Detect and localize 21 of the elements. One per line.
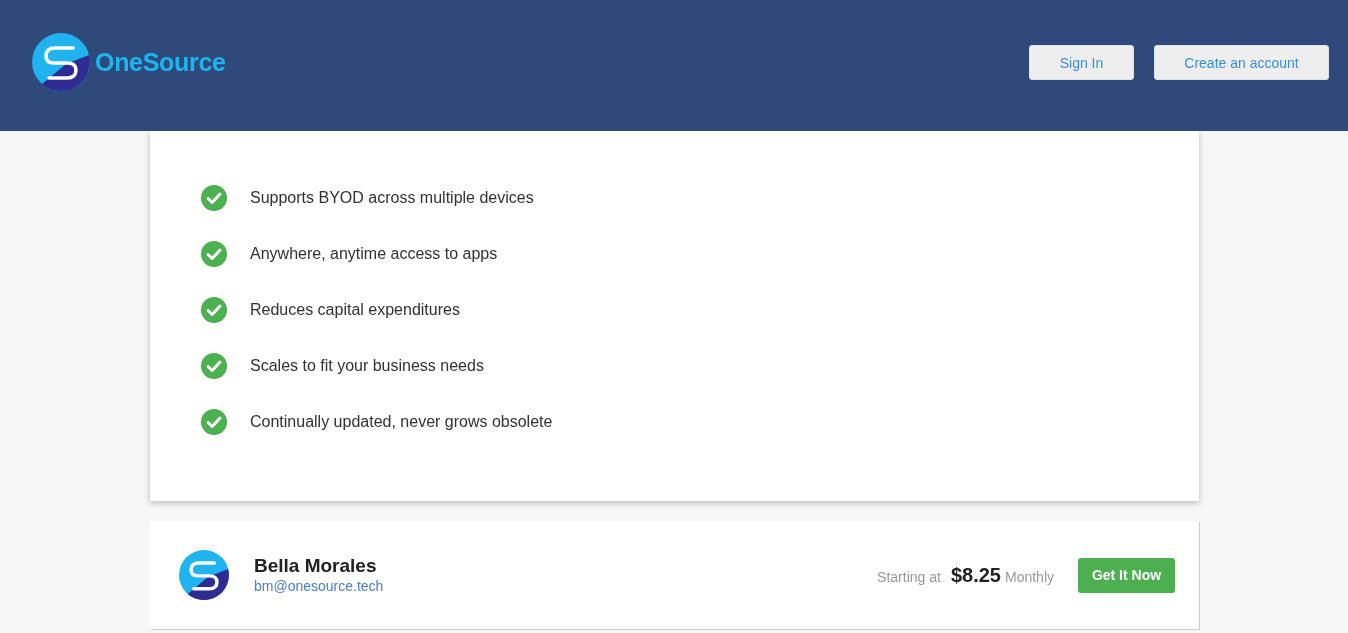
logo-icon [179, 550, 229, 600]
brand-name: OneSource [95, 47, 226, 77]
feature-text: Supports BYOD across multiple devices [250, 189, 534, 207]
check-icon [201, 185, 227, 211]
header-button[interactable]: Sign In [1029, 45, 1134, 80]
check-icon [201, 353, 227, 379]
contact-name: Bella Morales [254, 555, 377, 577]
check-icon [201, 409, 227, 435]
price-amount: $8.25 [950, 563, 1001, 587]
price-period: Monthly [1004, 568, 1054, 585]
email-link[interactable]: bm@onesource.tech [254, 577, 384, 595]
feature-text: Reduces capital expenditures [250, 301, 460, 319]
logo-icon [32, 33, 90, 91]
get-it-now-button[interactable]: Get It Now [1078, 557, 1175, 593]
check-icon [201, 241, 227, 267]
feature-text: Continually updated, never grows obsolete [250, 413, 553, 431]
price-prefix: Starting at [877, 568, 941, 585]
feature-text: Anywhere, anytime access to apps [250, 245, 498, 263]
feature-text: Scales to fit your business needs [250, 357, 484, 375]
header-button[interactable]: Create an account [1154, 45, 1329, 80]
check-icon [201, 297, 227, 323]
